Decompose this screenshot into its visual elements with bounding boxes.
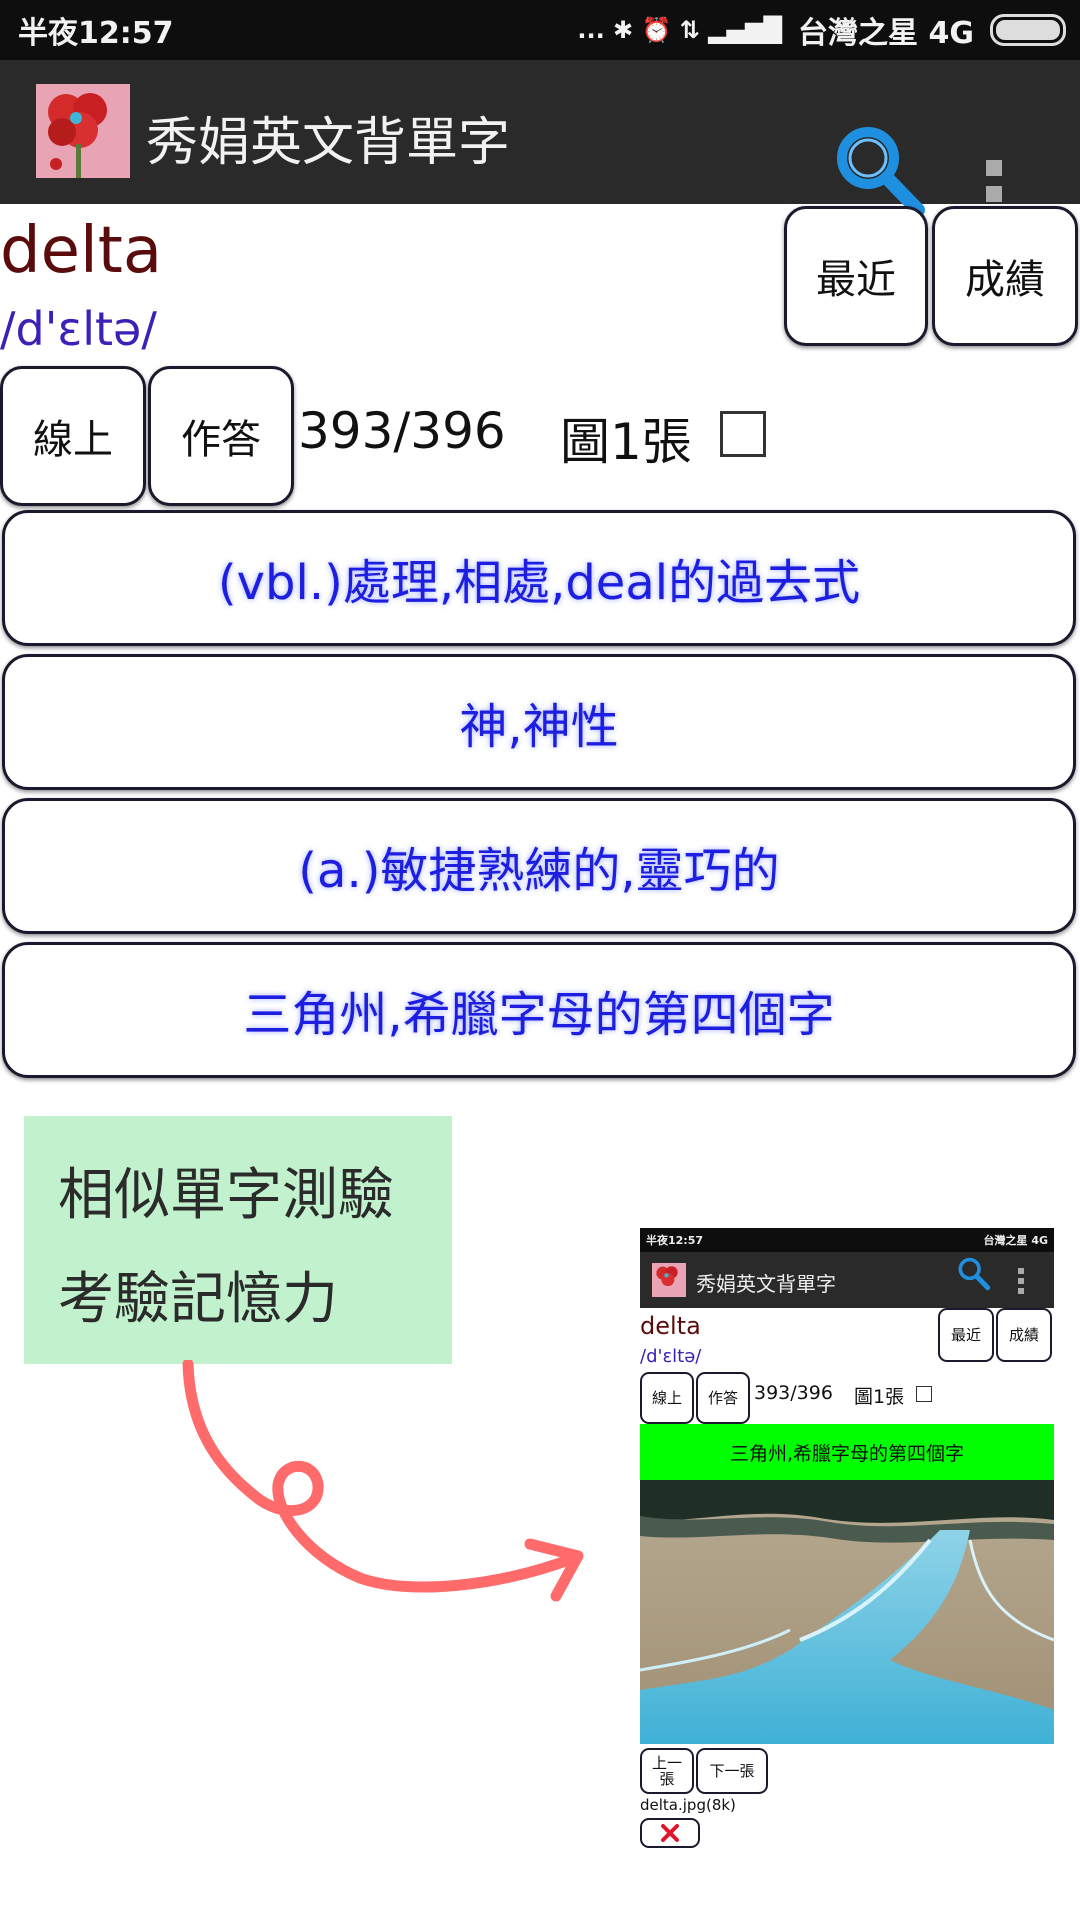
preview-filename: delta.jpg(8k) bbox=[640, 1796, 736, 1814]
delta-photo bbox=[640, 1480, 1054, 1744]
status-indicators: ... ✱ ⏰ ⇅ ▂▄▆█ bbox=[577, 16, 783, 44]
preview-answer-button: 作答 bbox=[696, 1372, 750, 1424]
phonetic-text: /d'ɛltə/ bbox=[0, 302, 157, 356]
preview-overflow-icon bbox=[1018, 1268, 1024, 1298]
preview-recent-button: 最近 bbox=[938, 1308, 994, 1362]
battery-icon bbox=[990, 14, 1066, 46]
preview-screenshot: 半夜12:57 台灣之星 4G 秀娟英文背單字 delta /d'ɛltə/ 最… bbox=[640, 1228, 1054, 1848]
word-text: delta bbox=[0, 214, 163, 288]
choice-button[interactable]: 神,神性 bbox=[2, 654, 1076, 790]
preview-prev-button: 上一張 bbox=[640, 1748, 694, 1794]
choice-button[interactable]: 三角州,希臘字母的第四個字 bbox=[2, 942, 1076, 1078]
preview-title: 秀娟英文背單字 bbox=[696, 1272, 836, 1296]
preview-app-logo-icon bbox=[652, 1263, 686, 1297]
app-logo-icon[interactable] bbox=[36, 84, 130, 178]
preview-checkbox bbox=[916, 1386, 932, 1402]
score-button[interactable]: 成績 bbox=[932, 206, 1078, 346]
image-count: 圖1張 bbox=[560, 413, 692, 471]
preview-status-bar: 半夜12:57 台灣之星 4G bbox=[640, 1228, 1054, 1252]
status-bar: 半夜12:57 ... ✱ ⏰ ⇅ ▂▄▆█ 台灣之星 4G bbox=[0, 0, 1080, 60]
app-bar: 秀娟英文背單字 bbox=[0, 60, 1080, 228]
close-icon bbox=[661, 1824, 679, 1842]
arrow-illustration bbox=[182, 1360, 584, 1602]
preview-app-bar: 秀娟英文背單字 bbox=[640, 1252, 1054, 1308]
preview-counter: 393/396 bbox=[754, 1382, 833, 1404]
status-carrier: 台灣之星 4G bbox=[798, 16, 974, 51]
preview-time: 半夜12:57 bbox=[646, 1234, 704, 1247]
recent-button[interactable]: 最近 bbox=[784, 206, 928, 346]
promo-line-1: 相似單字測驗 bbox=[58, 1163, 394, 1228]
online-button[interactable]: 線上 bbox=[0, 366, 146, 506]
preview-word: delta bbox=[640, 1312, 701, 1340]
preview-carrier: 台灣之星 4G bbox=[983, 1234, 1048, 1247]
preview-search-icon bbox=[958, 1257, 991, 1291]
preview-score-button: 成績 bbox=[996, 1308, 1052, 1362]
app-title: 秀娟英文背單字 bbox=[146, 113, 511, 173]
promo-line-2: 考驗記憶力 bbox=[58, 1267, 338, 1332]
choice-button[interactable]: (a.)敏捷熟練的,靈巧的 bbox=[2, 798, 1076, 934]
promo-note: 相似單字測驗 考驗記憶力 bbox=[24, 1116, 452, 1364]
preview-image-count: 圖1張 bbox=[854, 1386, 905, 1408]
status-time: 半夜12:57 bbox=[18, 16, 174, 51]
preview-next-button: 下一張 bbox=[696, 1748, 768, 1794]
preview-online-button: 線上 bbox=[640, 1372, 694, 1424]
preview-close-button bbox=[640, 1818, 700, 1848]
preview-correct-answer: 三角州,希臘字母的第四個字 bbox=[640, 1424, 1054, 1480]
answer-button[interactable]: 作答 bbox=[148, 366, 294, 506]
progress-counter: 393/396 bbox=[298, 402, 506, 460]
choice-button[interactable]: (vbl.)處理,相處,deal的過去式 bbox=[2, 510, 1076, 646]
image-checkbox[interactable] bbox=[720, 411, 766, 457]
preview-phonetic: /d'ɛltə/ bbox=[640, 1346, 702, 1367]
